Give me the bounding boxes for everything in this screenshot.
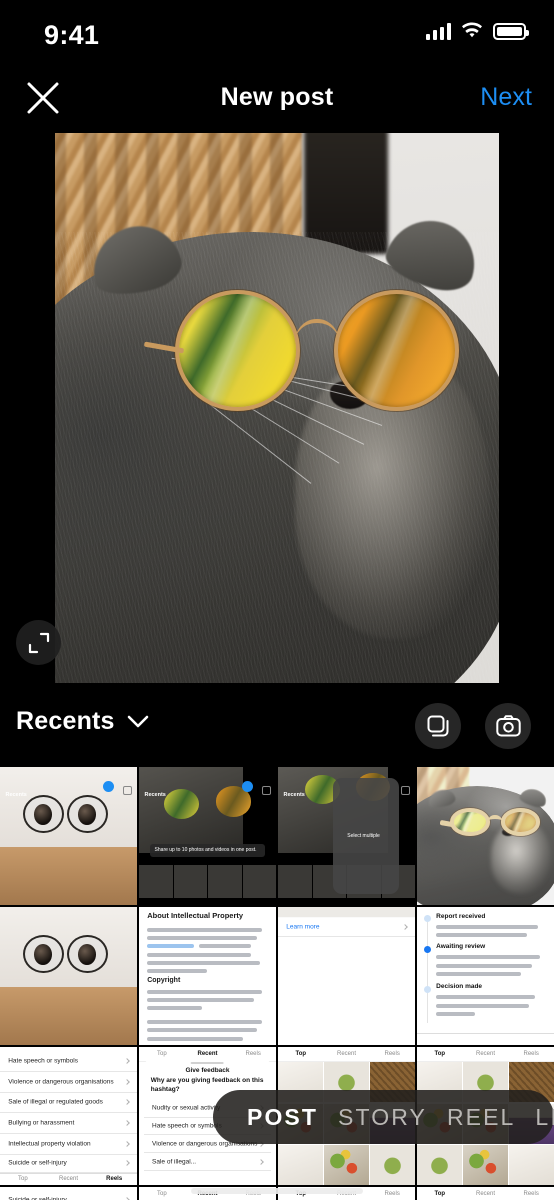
sunglasses xyxy=(143,289,460,411)
tab-reels[interactable]: Reels xyxy=(91,1176,137,1182)
select-multiple-button[interactable] xyxy=(415,703,461,749)
mode-reel[interactable]: REEL xyxy=(437,1104,525,1131)
camera-button[interactable] xyxy=(485,703,531,749)
tab-reels[interactable]: Reels xyxy=(369,1191,415,1197)
grid-thumbnail[interactable]: Report received Awaiting review Decision… xyxy=(417,907,554,1045)
mode-story[interactable]: STORY xyxy=(328,1104,437,1131)
page-title: New post xyxy=(220,83,334,111)
album-selector[interactable]: Recents xyxy=(16,707,149,736)
tab-top[interactable]: Top xyxy=(417,1051,463,1057)
reason-label[interactable]: Sale of illegal or regulated goods xyxy=(8,1099,103,1106)
thumb-album-label: Recents xyxy=(5,791,27,798)
tab-top[interactable]: Top xyxy=(139,1191,185,1197)
thumb-caption: Select multiple xyxy=(347,832,380,839)
reason-label[interactable]: Suicide or self-injury xyxy=(8,1160,67,1167)
wifi-icon xyxy=(462,22,482,38)
mode-post[interactable]: POST xyxy=(237,1104,328,1131)
next-button[interactable]: Next xyxy=(480,62,532,133)
camera-icon xyxy=(495,715,521,737)
chevron-down-icon xyxy=(127,715,148,728)
tab-top[interactable]: Top xyxy=(0,1176,46,1182)
tab-reels[interactable]: Reels xyxy=(230,1051,276,1057)
home-indicator xyxy=(191,1188,363,1194)
thumb-album-label: Recents xyxy=(144,791,166,798)
mode-selector[interactable]: POST STORY REEL LIVE xyxy=(213,1090,554,1144)
tab-top[interactable]: Top xyxy=(417,1191,463,1197)
preview-image xyxy=(55,133,499,683)
tab-recent[interactable]: Recent xyxy=(324,1051,370,1057)
status-bar: 9:41 xyxy=(0,0,554,62)
expand-icon xyxy=(28,632,49,653)
photo-preview[interactable] xyxy=(55,133,499,683)
reason-label[interactable]: Nudity or sexual activity xyxy=(152,1105,220,1112)
album-label: Recents xyxy=(16,707,115,735)
reason-label[interactable]: Violence or dangerous organisations xyxy=(8,1078,113,1085)
reason-label[interactable]: Hate speech or symbols xyxy=(152,1123,222,1130)
doc-link[interactable]: Learn more xyxy=(286,924,319,931)
grid-thumbnail[interactable]: Recents Select multiple xyxy=(278,767,415,905)
reason-label[interactable]: Hate speech or symbols xyxy=(8,1057,78,1064)
grid-thumbnail[interactable]: Suicide or self-injury Top Recent Reels xyxy=(0,1187,137,1200)
status-bar-time: 9:41 xyxy=(44,20,100,50)
reason-label[interactable]: Intellectual property violation xyxy=(8,1140,90,1147)
grid-thumbnail[interactable] xyxy=(417,767,554,905)
multi-select-icon xyxy=(427,715,449,737)
battery-full-icon xyxy=(493,22,529,40)
step-label: Awaiting review xyxy=(436,942,486,950)
tab-recent[interactable]: Recent xyxy=(463,1051,509,1057)
grid-thumbnail[interactable]: Learn more xyxy=(278,907,415,1045)
tab-reels[interactable]: Reels xyxy=(369,1051,415,1057)
gallery-toolbar: Recents xyxy=(0,695,554,761)
cellular-bars-icon xyxy=(425,22,451,40)
tab-recent[interactable]: Recent xyxy=(46,1176,92,1182)
tab-reels[interactable]: Reels xyxy=(508,1051,554,1057)
thumb-caption: Share up to 10 photos and videos in one … xyxy=(154,847,257,854)
thumb-album-label: Recents xyxy=(283,791,305,798)
mode-live[interactable]: LIVE xyxy=(525,1104,554,1131)
sheet-title: Give feedback xyxy=(185,1066,230,1074)
grid-thumbnail[interactable] xyxy=(0,907,137,1045)
grid-thumbnail[interactable]: Share up to 10 photos and videos in one … xyxy=(139,767,276,905)
doc-heading: Copyright xyxy=(147,977,181,985)
tab-top[interactable]: Top xyxy=(139,1051,185,1057)
grid-thumbnail[interactable]: About Intellectual Property Copyright xyxy=(139,907,276,1045)
step-label: Decision made xyxy=(436,982,483,990)
tab-top[interactable]: Top xyxy=(278,1051,324,1057)
tab-recent[interactable]: Recent xyxy=(463,1191,509,1197)
grid-thumbnail[interactable]: Top Recent Reels xyxy=(417,1187,554,1200)
tab-reels[interactable]: Reels xyxy=(508,1191,554,1197)
grid-thumbnail[interactable]: Hate speech or symbols Violence or dange… xyxy=(0,1047,137,1185)
reason-label[interactable]: Sale of illegal... xyxy=(152,1158,196,1165)
reason-label[interactable]: Bullying or harassment xyxy=(8,1120,74,1127)
grid-thumbnail[interactable]: Recents xyxy=(0,767,137,905)
nav-bar: New post Next xyxy=(0,62,554,133)
tab-recent[interactable]: Recent xyxy=(185,1051,231,1057)
status-bar-indicators xyxy=(425,22,529,40)
instagram-new-post-screen: 9:41 New post Next Recents Recents Share… xyxy=(0,0,554,1200)
step-label: Report received xyxy=(436,912,486,920)
doc-title: About Intellectual Property xyxy=(147,911,244,921)
expand-button[interactable] xyxy=(16,620,61,665)
